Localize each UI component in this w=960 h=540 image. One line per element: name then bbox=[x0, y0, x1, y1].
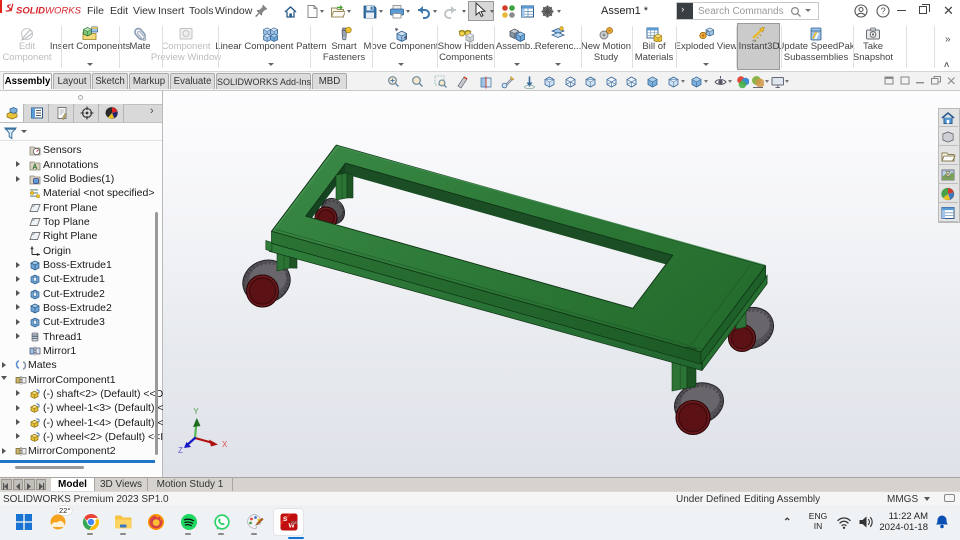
svg-text:Z: Z bbox=[178, 446, 183, 455]
svg-text:2023: 2023 bbox=[291, 521, 298, 525]
svg-text:?: ? bbox=[881, 6, 886, 16]
svg-text:Y: Y bbox=[193, 407, 199, 416]
svg-text:A: A bbox=[32, 164, 37, 171]
svg-text:X: X bbox=[222, 440, 228, 449]
svg-text:S: S bbox=[283, 516, 288, 523]
svg-text:SOLIDWORKS: SOLIDWORKS bbox=[16, 6, 82, 17]
